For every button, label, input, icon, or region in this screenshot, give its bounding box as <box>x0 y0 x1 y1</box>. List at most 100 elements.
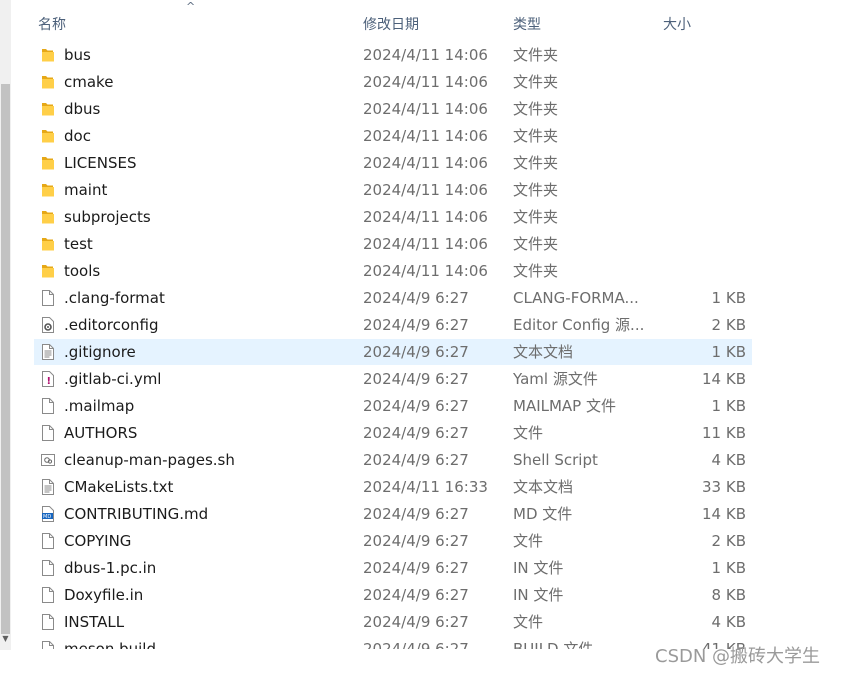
file-type: 文本文档 <box>513 478 574 496</box>
file-name: .editorconfig <box>64 316 159 334</box>
file-type: 文件夹 <box>513 46 559 64</box>
file-type: 文本文档 <box>513 343 574 361</box>
file-row[interactable]: MD CONTRIBUTING.md 2024/4/9 6:27 MD 文件 14 KB <box>34 501 752 527</box>
file-name: LICENSES <box>64 154 137 172</box>
file-type: IN 文件 <box>513 559 564 577</box>
column-header-size[interactable]: 大小 <box>656 9 756 41</box>
file-row[interactable]: cleanup-man-pages.sh 2024/4/9 6:27 Shell S… <box>34 447 752 473</box>
file-row[interactable]: cmake 2024/4/11 14:06 文件夹 <box>34 69 752 95</box>
file-modified: 2024/4/11 16:33 <box>363 478 488 496</box>
file-row[interactable]: tools 2024/4/11 14:06 文件夹 <box>34 258 752 284</box>
file-name: subprojects <box>64 208 151 226</box>
yaml-file-icon: ! <box>40 370 56 388</box>
folder-icon <box>40 208 56 226</box>
file-row[interactable]: LICENSES 2024/4/11 14:06 文件夹 <box>34 150 752 176</box>
file-size: 2 KB <box>711 532 746 550</box>
file-type: 文件夹 <box>513 73 559 91</box>
column-header-modified[interactable]: 修改日期 <box>356 9 506 41</box>
file-modified: 2024/4/9 6:27 <box>363 343 469 361</box>
file-type: 文件夹 <box>513 235 559 253</box>
file-icon <box>40 586 56 604</box>
file-modified: 2024/4/9 6:27 <box>363 397 469 415</box>
file-row[interactable]: maint 2024/4/11 14:06 文件夹 <box>34 177 752 203</box>
file-row[interactable]: doc 2024/4/11 14:06 文件夹 <box>34 123 752 149</box>
file-modified: 2024/4/9 6:27 <box>363 424 469 442</box>
file-modified: 2024/4/9 6:27 <box>363 505 469 523</box>
file-size: 1 KB <box>711 343 746 361</box>
vertical-scrollbar[interactable]: ▼ <box>0 0 11 650</box>
file-name: .gitlab-ci.yml <box>64 370 162 388</box>
file-type: Editor Config 源... <box>513 316 645 334</box>
file-row[interactable]: .mailmap 2024/4/9 6:27 MAILMAP 文件 1 KB <box>34 393 752 419</box>
file-icon <box>40 640 56 649</box>
column-header-name[interactable]: 名称 <box>26 9 356 41</box>
config-file-icon <box>40 316 56 334</box>
file-row[interactable]: COPYING 2024/4/9 6:27 文件 2 KB <box>34 528 752 554</box>
file-modified: 2024/4/9 6:27 <box>363 316 469 334</box>
file-type: Yaml 源文件 <box>513 370 598 388</box>
file-row[interactable]: dbus 2024/4/11 14:06 文件夹 <box>34 96 752 122</box>
file-row[interactable]: meson.build 2024/4/9 6:27 BUILD 文件 41 KB <box>34 636 752 649</box>
file-row[interactable]: ! .gitlab-ci.yml 2024/4/9 6:27 Yaml 源文件 14 K… <box>34 366 752 392</box>
file-size: 2 KB <box>711 316 746 334</box>
file-modified: 2024/4/11 14:06 <box>363 235 488 253</box>
file-size <box>646 96 746 122</box>
file-row[interactable]: .clang-format 2024/4/9 6:27 CLANG-FORMA...… <box>34 285 752 311</box>
file-modified: 2024/4/11 14:06 <box>363 100 488 118</box>
file-size <box>646 42 746 68</box>
scroll-down-arrow-icon[interactable]: ▼ <box>0 633 11 644</box>
folder-icon <box>40 127 56 145</box>
scrollbar-thumb[interactable] <box>1 84 10 634</box>
file-row[interactable]: AUTHORS 2024/4/9 6:27 文件 11 KB <box>34 420 752 446</box>
file-name: maint <box>64 181 108 199</box>
file-name: CONTRIBUTING.md <box>64 505 209 523</box>
file-name: COPYING <box>64 532 132 550</box>
file-icon <box>40 424 56 442</box>
file-row[interactable]: subprojects 2024/4/11 14:06 文件夹 <box>34 204 752 230</box>
file-name: tools <box>64 262 101 280</box>
file-size <box>646 258 746 284</box>
file-type: CLANG-FORMA... <box>513 289 639 307</box>
file-type: BUILD 文件 <box>513 640 594 649</box>
folder-icon <box>40 73 56 91</box>
file-row[interactable]: test 2024/4/11 14:06 文件夹 <box>34 231 752 257</box>
file-name: bus <box>64 46 91 64</box>
file-row[interactable]: CMakeLists.txt 2024/4/11 16:33 文本文档 33 KB <box>34 474 752 500</box>
file-row[interactable]: bus 2024/4/11 14:06 文件夹 <box>34 42 752 68</box>
file-row[interactable]: INSTALL 2024/4/9 6:27 文件 4 KB <box>34 609 752 635</box>
file-name: .gitignore <box>64 343 136 361</box>
file-name: meson.build <box>64 640 156 649</box>
file-size <box>646 231 746 257</box>
file-size <box>646 69 746 95</box>
file-type: 文件夹 <box>513 127 559 145</box>
file-name: CMakeLists.txt <box>64 478 174 496</box>
folder-icon <box>40 235 56 253</box>
file-icon <box>40 289 56 307</box>
svg-text:MD: MD <box>43 514 51 520</box>
file-modified: 2024/4/11 14:06 <box>363 154 488 172</box>
file-row[interactable]: .gitignore 2024/4/9 6:27 文本文档 1 KB <box>34 339 752 365</box>
file-size: 8 KB <box>711 586 746 604</box>
text-file-icon <box>40 343 56 361</box>
folder-icon <box>40 100 56 118</box>
script-file-icon <box>40 451 56 469</box>
file-name: .mailmap <box>64 397 135 415</box>
file-type: IN 文件 <box>513 586 564 604</box>
folder-icon <box>40 154 56 172</box>
file-row[interactable]: .editorconfig 2024/4/9 6:27 Editor Config … <box>34 312 752 338</box>
file-modified: 2024/4/11 14:06 <box>363 127 488 145</box>
column-header-type[interactable]: 类型 <box>506 9 656 41</box>
file-name: AUTHORS <box>64 424 138 442</box>
file-type: 文件夹 <box>513 154 559 172</box>
text-file-icon <box>40 478 56 496</box>
column-header-bar: ^ 名称 修改日期 类型 大小 <box>26 0 756 41</box>
file-type: 文件夹 <box>513 262 559 280</box>
file-icon <box>40 559 56 577</box>
file-row[interactable]: Doxyfile.in 2024/4/9 6:27 IN 文件 8 KB <box>34 582 752 608</box>
file-name: cleanup-man-pages.sh <box>64 451 235 469</box>
file-row[interactable]: dbus-1.pc.in 2024/4/9 6:27 IN 文件 1 KB <box>34 555 752 581</box>
file-modified: 2024/4/9 6:27 <box>363 586 469 604</box>
file-size: 1 KB <box>711 559 746 577</box>
file-type: 文件 <box>513 424 544 442</box>
file-name: .clang-format <box>64 289 165 307</box>
